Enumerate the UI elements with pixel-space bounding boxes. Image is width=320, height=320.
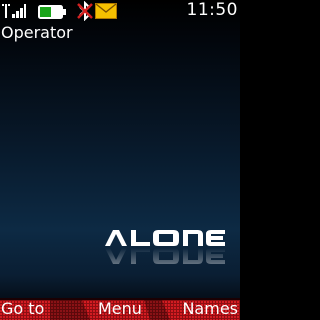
message-icon <box>95 3 117 19</box>
home-screen: 11:50 Operator Go to Menu Names <box>0 0 240 320</box>
bluetooth-icon <box>76 0 94 22</box>
alone-logo <box>104 226 226 272</box>
battery-icon <box>38 4 66 19</box>
softkey-names[interactable]: Names <box>182 299 238 319</box>
softkey-menu[interactable]: Menu <box>98 299 142 319</box>
softkey-bar: Go to Menu Names <box>0 298 240 320</box>
operator-name: Operator <box>1 23 73 42</box>
signal-icon <box>2 3 26 19</box>
status-bar: 11:50 <box>0 0 240 22</box>
clock: 11:50 <box>186 0 238 20</box>
softkey-go-to[interactable]: Go to <box>1 299 44 319</box>
